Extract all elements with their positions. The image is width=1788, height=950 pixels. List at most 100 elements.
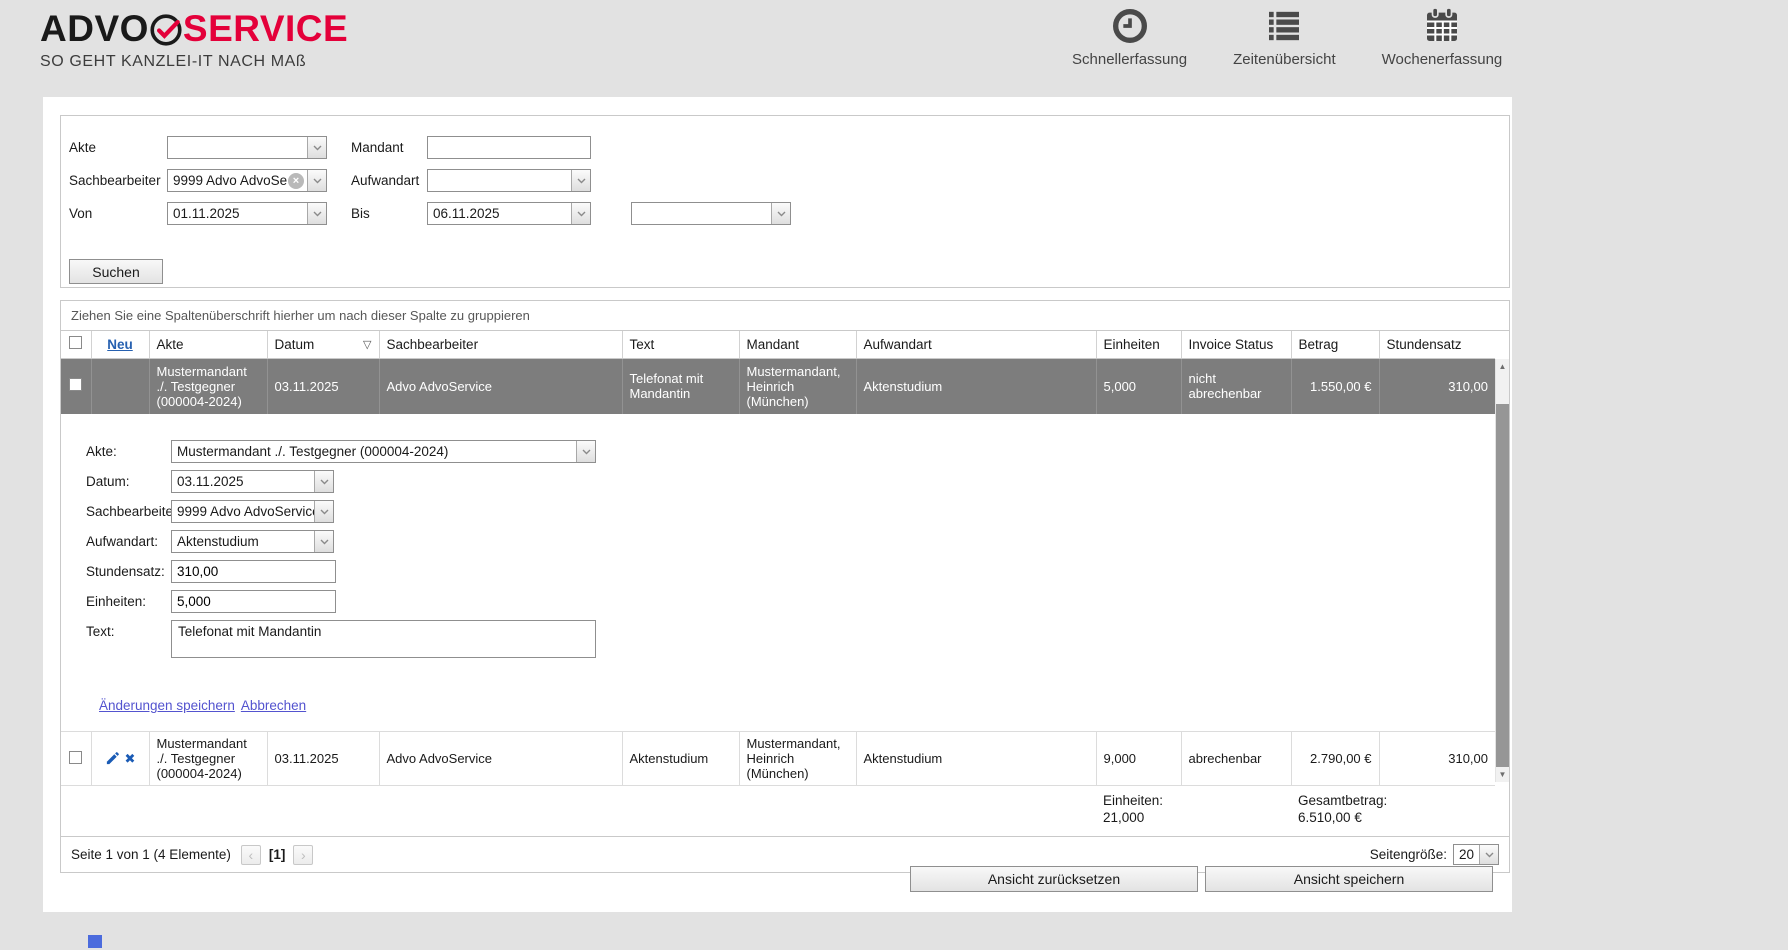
cell-text[interactable]: Telefonat mit Mandantin: [622, 358, 739, 414]
cell-einheiten[interactable]: 5,000: [1096, 358, 1181, 414]
row-checkbox[interactable]: [69, 378, 82, 391]
bis-date-select[interactable]: 06.11.2025: [427, 202, 591, 225]
next-page-button[interactable]: ›: [293, 845, 313, 865]
cell-aufwandart[interactable]: Aktenstudium: [856, 732, 1096, 786]
column-header-mandant[interactable]: Mandant: [739, 331, 856, 358]
save-changes-link[interactable]: Änderungen speichern: [99, 698, 235, 713]
mandant-filter-input[interactable]: [427, 136, 591, 159]
cell-text[interactable]: Aktenstudium: [622, 732, 739, 786]
save-view-button[interactable]: Ansicht speichern: [1205, 866, 1493, 892]
column-header-sachbearbeiter[interactable]: Sachbearbeiter: [379, 331, 622, 358]
nav-wochenerfassung[interactable]: Wochenerfassung: [1382, 5, 1503, 68]
edit-datum-label: Datum:: [86, 470, 171, 493]
cell-betrag[interactable]: 1.550,00 €: [1291, 358, 1379, 414]
cell-datum[interactable]: 03.11.2025: [267, 358, 379, 414]
top-navigation: Schnellerfassung Zeitenübersicht Wochene…: [1072, 5, 1502, 68]
cell-mandant[interactable]: Mustermandant, Heinrich (München): [739, 732, 856, 786]
chevron-down-icon[interactable]: [576, 441, 595, 462]
delete-row-icon[interactable]: ✖: [125, 752, 136, 765]
pagesize-select[interactable]: 20: [1453, 844, 1499, 865]
cell-sachbearbeiter[interactable]: Advo AdvoService: [379, 358, 622, 414]
table-row-selected: Mustermandant ./. Testgegner (000004-202…: [61, 358, 1495, 414]
row-checkbox[interactable]: [69, 751, 82, 764]
edit-stundensatz-label: Stundensatz:: [86, 560, 171, 583]
column-header-akte[interactable]: Akte: [149, 331, 267, 358]
cell-sachbearbeiter[interactable]: Advo AdvoService: [379, 732, 622, 786]
column-header-betrag[interactable]: Betrag: [1291, 331, 1379, 358]
brand-tagline: SO GEHT KANZLEI-IT NACH MAß: [40, 53, 348, 71]
column-header-text[interactable]: Text: [622, 331, 739, 358]
von-filter-label: Von: [69, 202, 92, 225]
von-date-select[interactable]: 01.11.2025: [167, 202, 327, 225]
chevron-down-icon[interactable]: [771, 203, 790, 224]
column-header-stundensatz[interactable]: Stundensatz: [1379, 331, 1495, 358]
cell-betrag[interactable]: 2.790,00 €: [1291, 732, 1379, 786]
cell-einheiten[interactable]: 9,000: [1096, 732, 1181, 786]
nav-schnellerfassung[interactable]: Schnellerfassung: [1072, 5, 1187, 68]
chevron-down-icon[interactable]: [307, 170, 326, 191]
cell-mandant[interactable]: Mustermandant, Heinrich (München): [739, 358, 856, 414]
pagesize-label: Seitengröße:: [1370, 847, 1447, 862]
prev-page-button[interactable]: ‹: [241, 845, 261, 865]
cell-invoice-status[interactable]: nicht abrechenbar: [1181, 358, 1291, 414]
cell-akte[interactable]: Mustermandant ./. Testgegner (000004-202…: [149, 358, 267, 414]
chevron-down-icon[interactable]: [571, 170, 590, 191]
inline-edit-form: Akte: Mustermandant ./. Testgegner (0000…: [61, 414, 1495, 731]
main-panel: Akte Mandant Sachbearbeiter 9999 Advo Ad…: [43, 97, 1512, 912]
edit-aufwandart-label: Aufwandart:: [86, 530, 171, 553]
chevron-down-icon[interactable]: [314, 471, 333, 492]
edit-datum-select[interactable]: 03.11.2025: [171, 470, 334, 493]
edit-sachbearbeiter-select[interactable]: 9999 Advo AdvoService: [171, 500, 334, 523]
aufwandart-filter-select[interactable]: [427, 169, 591, 192]
reset-view-button[interactable]: Ansicht zurücksetzen: [910, 866, 1198, 892]
summary-row: Einheiten: 21,000 Gesamtbetrag: 6.510,00…: [61, 786, 1495, 836]
cell-akte[interactable]: Mustermandant ./. Testgegner (000004-202…: [149, 732, 267, 786]
brand-logo[interactable]: ADVO SERVICE SO GEHT KANZLEI-IT NACH MAß: [40, 8, 348, 71]
new-entry-link[interactable]: Neu: [107, 337, 133, 352]
edit-einheiten-label: Einheiten:: [86, 590, 171, 613]
cell-aufwandart[interactable]: Aktenstudium: [856, 358, 1096, 414]
select-all-checkbox[interactable]: [69, 336, 82, 349]
nav-zeitenuebersicht[interactable]: Zeitenübersicht: [1233, 5, 1336, 68]
scrollbar-thumb[interactable]: [1496, 404, 1509, 767]
extra-filter-select[interactable]: [631, 202, 791, 225]
summary-gesamt-value: 6.510,00 €: [1298, 809, 1488, 826]
cancel-link[interactable]: Abbrechen: [241, 698, 306, 713]
column-header-invoice-status[interactable]: Invoice Status: [1181, 331, 1291, 358]
scroll-up-icon[interactable]: ▲: [1496, 359, 1509, 374]
cell-stundensatz[interactable]: 310,00: [1379, 732, 1495, 786]
column-header-datum[interactable]: Datum ▽: [267, 331, 379, 358]
chevron-down-icon[interactable]: [314, 501, 333, 522]
edit-einheiten-input[interactable]: [171, 590, 336, 613]
chevron-down-icon[interactable]: [307, 137, 326, 158]
summary-gesamtbetrag: Gesamtbetrag: 6.510,00 €: [1291, 786, 1495, 836]
brand-name-red: SERVICE: [183, 8, 348, 50]
column-header-aufwandart[interactable]: Aufwandart: [856, 331, 1096, 358]
akte-filter-select[interactable]: [167, 136, 327, 159]
search-button[interactable]: Suchen: [69, 259, 163, 284]
current-page-indicator: [1]: [269, 847, 286, 862]
cell-datum[interactable]: 03.11.2025: [267, 732, 379, 786]
edit-aufwandart-select[interactable]: Aktenstudium: [171, 530, 334, 553]
chevron-down-icon[interactable]: [1479, 845, 1498, 864]
edit-akte-label: Akte:: [86, 440, 171, 463]
edit-text-input[interactable]: Telefonat mit Mandantin: [171, 620, 596, 658]
sort-descending-icon: ▽: [363, 338, 371, 351]
cell-stundensatz[interactable]: 310,00: [1379, 358, 1495, 414]
edit-row-icon[interactable]: [105, 751, 120, 766]
column-header-einheiten[interactable]: Einheiten: [1096, 331, 1181, 358]
grid-header-row: Neu Akte Datum ▽ Sachbearbeiter Text Man…: [61, 331, 1495, 358]
time-entries-grid: Ziehen Sie eine Spaltenüberschrift hierh…: [60, 300, 1510, 873]
group-by-bar[interactable]: Ziehen Sie eine Spaltenüberschrift hierh…: [61, 301, 1509, 331]
sachbearbeiter-filter-select[interactable]: 9999 Advo AdvoService ×: [167, 169, 327, 192]
edit-stundensatz-input[interactable]: [171, 560, 336, 583]
chevron-down-icon[interactable]: [314, 531, 333, 552]
scroll-down-icon[interactable]: ▼: [1496, 767, 1509, 782]
cell-invoice-status[interactable]: abrechenbar: [1181, 732, 1291, 786]
clear-icon[interactable]: ×: [288, 173, 304, 189]
scrollbar-track[interactable]: [1496, 374, 1509, 767]
vertical-scrollbar[interactable]: ▲ ▼: [1495, 359, 1509, 782]
chevron-down-icon[interactable]: [571, 203, 590, 224]
edit-akte-select[interactable]: Mustermandant ./. Testgegner (000004-202…: [171, 440, 596, 463]
chevron-down-icon[interactable]: [307, 203, 326, 224]
